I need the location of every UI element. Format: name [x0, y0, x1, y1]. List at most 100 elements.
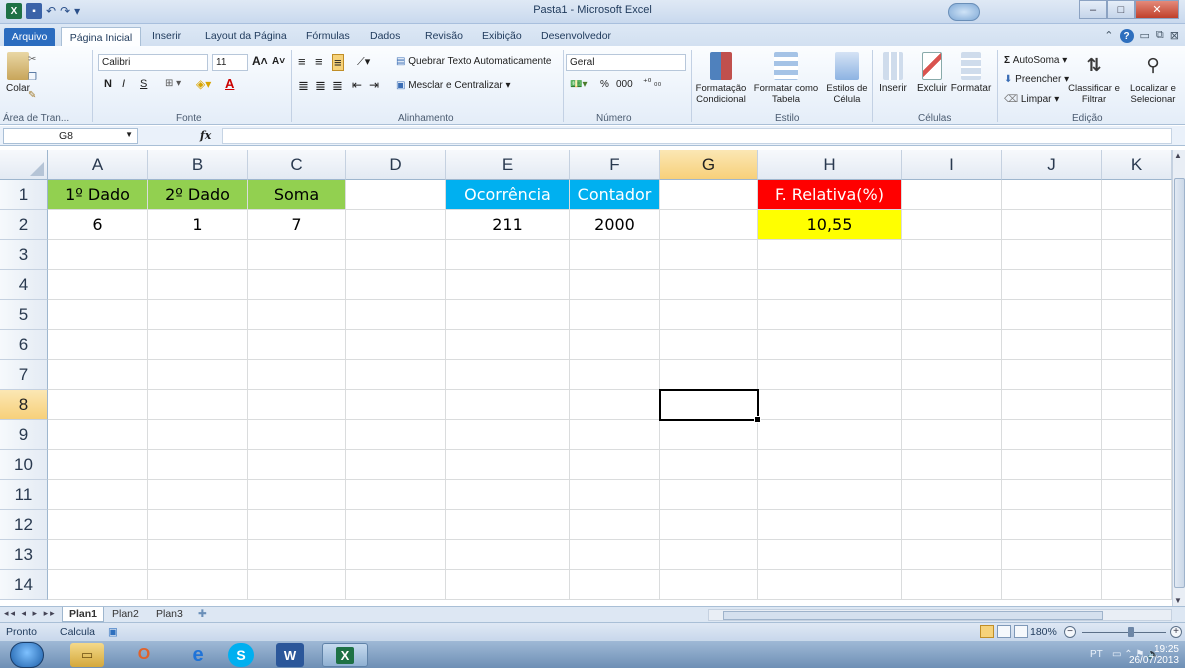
cell-g5[interactable] — [660, 300, 758, 330]
font-name-combo[interactable]: Calibri — [98, 54, 208, 71]
tab-data[interactable]: Dados — [370, 30, 400, 42]
cell-k10[interactable] — [1102, 450, 1172, 480]
cell-g4[interactable] — [660, 270, 758, 300]
row-header-10[interactable]: 10 — [0, 450, 48, 480]
cell-e14[interactable] — [446, 570, 570, 600]
bold-button[interactable]: N — [104, 78, 112, 90]
tab-page-layout[interactable]: Layout da Página — [205, 30, 287, 42]
formula-input[interactable] — [222, 128, 1172, 144]
tab-developer[interactable]: Desenvolvedor — [541, 30, 611, 42]
cell-h4[interactable] — [758, 270, 902, 300]
insert-sheet-icon[interactable]: ✚ — [192, 607, 213, 622]
cell-j1[interactable] — [1002, 180, 1102, 210]
autosum-button[interactable]: Σ AutoSoma ▾ — [1004, 55, 1067, 66]
currency-icon[interactable]: 💵▾ — [570, 79, 587, 90]
cell-h9[interactable] — [758, 420, 902, 450]
cell-e12[interactable] — [446, 510, 570, 540]
cell-i6[interactable] — [902, 330, 1002, 360]
cell-i3[interactable] — [902, 240, 1002, 270]
italic-button[interactable]: I — [122, 78, 125, 90]
cell-f1[interactable]: Contador — [570, 180, 660, 210]
cell-f9[interactable] — [570, 420, 660, 450]
cell-j13[interactable] — [1002, 540, 1102, 570]
doc-minimize-icon[interactable]: ▭ — [1140, 29, 1150, 43]
cell-b11[interactable] — [148, 480, 248, 510]
cell-j9[interactable] — [1002, 420, 1102, 450]
cell-f12[interactable] — [570, 510, 660, 540]
cell-b4[interactable] — [148, 270, 248, 300]
cell-d13[interactable] — [346, 540, 446, 570]
cell-h1[interactable]: F. Relativa(%) — [758, 180, 902, 210]
cell-d4[interactable] — [346, 270, 446, 300]
cell-i14[interactable] — [902, 570, 1002, 600]
column-header-f[interactable]: F — [570, 150, 660, 180]
row-header-5[interactable]: 5 — [0, 300, 48, 330]
row-header-4[interactable]: 4 — [0, 270, 48, 300]
column-header-j[interactable]: J — [1002, 150, 1102, 180]
cell-e8[interactable] — [446, 390, 570, 420]
page-break-view-icon[interactable] — [1014, 625, 1028, 638]
cell-f3[interactable] — [570, 240, 660, 270]
cell-e5[interactable] — [446, 300, 570, 330]
find-select-button[interactable]: ⚲ Localizar e Selecionar — [1124, 52, 1182, 105]
cell-h12[interactable] — [758, 510, 902, 540]
cell-e7[interactable] — [446, 360, 570, 390]
cell-a6[interactable] — [48, 330, 148, 360]
conditional-format-button[interactable]: Formatação Condicional — [694, 52, 748, 105]
cell-g11[interactable] — [660, 480, 758, 510]
outlook-icon[interactable]: O — [122, 643, 166, 667]
cell-e2[interactable]: 211 — [446, 210, 570, 240]
file-explorer-icon[interactable]: ▭ — [70, 643, 104, 667]
cell-k1[interactable] — [1102, 180, 1172, 210]
insert-function-icon[interactable]: fx — [200, 129, 211, 142]
cell-j3[interactable] — [1002, 240, 1102, 270]
cell-k7[interactable] — [1102, 360, 1172, 390]
cell-a14[interactable] — [48, 570, 148, 600]
delete-cells-button[interactable]: Excluir — [912, 52, 952, 94]
row-header-6[interactable]: 6 — [0, 330, 48, 360]
cell-a13[interactable] — [48, 540, 148, 570]
cell-j10[interactable] — [1002, 450, 1102, 480]
cell-a2[interactable]: 6 — [48, 210, 148, 240]
cell-h11[interactable] — [758, 480, 902, 510]
cell-d7[interactable] — [346, 360, 446, 390]
cell-a11[interactable] — [48, 480, 148, 510]
cell-b10[interactable] — [148, 450, 248, 480]
cell-f2[interactable]: 2000 — [570, 210, 660, 240]
cell-e1[interactable]: Ocorrência — [446, 180, 570, 210]
cell-c10[interactable] — [248, 450, 346, 480]
cell-d1[interactable] — [346, 180, 446, 210]
borders-icon[interactable]: ⊞ ▾ — [165, 78, 181, 89]
cell-k6[interactable] — [1102, 330, 1172, 360]
column-header-k[interactable]: K — [1102, 150, 1172, 180]
tab-view[interactable]: Exibição — [482, 30, 522, 42]
cell-h2[interactable]: 10,55 — [758, 210, 902, 240]
cell-g12[interactable] — [660, 510, 758, 540]
cell-b5[interactable] — [148, 300, 248, 330]
cell-a12[interactable] — [48, 510, 148, 540]
cell-a5[interactable] — [48, 300, 148, 330]
row-header-1[interactable]: 1 — [0, 180, 48, 210]
cell-d5[interactable] — [346, 300, 446, 330]
row-header-8[interactable]: 8 — [0, 390, 48, 420]
insert-cells-button[interactable]: Inserir — [876, 52, 910, 94]
status-calculate[interactable]: Calcula — [60, 626, 95, 638]
format-painter-icon[interactable]: ✎ — [28, 90, 36, 101]
cell-f10[interactable] — [570, 450, 660, 480]
tab-file[interactable]: Arquivo — [4, 28, 55, 46]
cell-j6[interactable] — [1002, 330, 1102, 360]
macro-record-icon[interactable]: ▣ — [108, 626, 118, 638]
sheet-tab-plan3[interactable]: Plan3 — [150, 607, 189, 622]
column-header-d[interactable]: D — [346, 150, 446, 180]
cell-b9[interactable] — [148, 420, 248, 450]
cell-b7[interactable] — [148, 360, 248, 390]
cell-h13[interactable] — [758, 540, 902, 570]
zoom-level[interactable]: 180% — [1030, 626, 1057, 638]
fill-button[interactable]: ⬇ Preencher ▾ — [1004, 74, 1069, 85]
cell-j8[interactable] — [1002, 390, 1102, 420]
cell-h3[interactable] — [758, 240, 902, 270]
vertical-scroll-thumb[interactable] — [1174, 178, 1185, 588]
cell-d3[interactable] — [346, 240, 446, 270]
horizontal-scrollbar[interactable] — [708, 609, 1172, 621]
cell-a4[interactable] — [48, 270, 148, 300]
